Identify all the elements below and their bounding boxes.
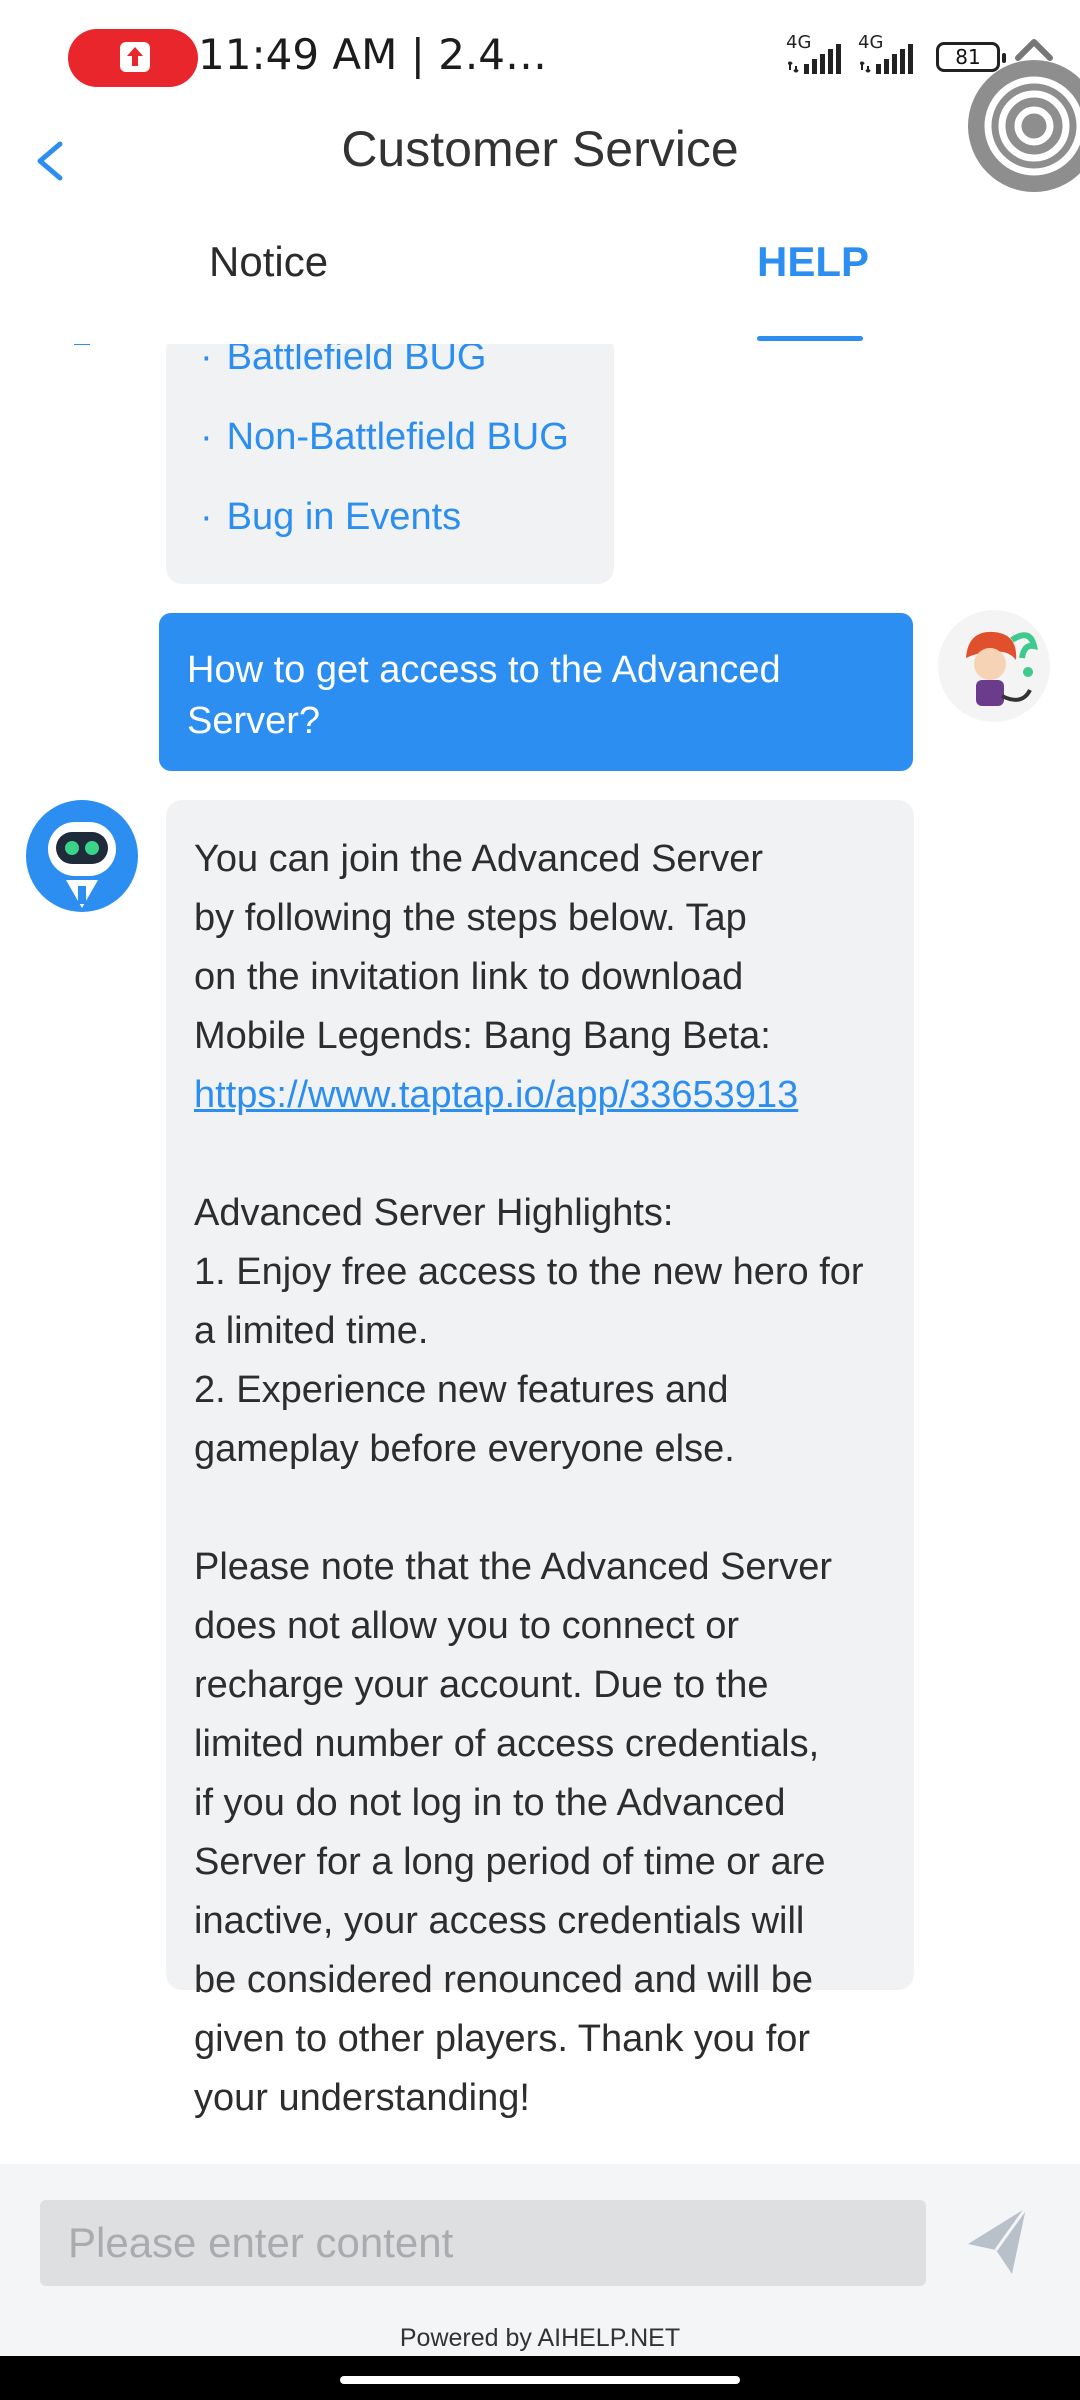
message-line: if you do not log in to the Advanced: [194, 1782, 786, 1824]
menu-item-non-battlefield-bug[interactable]: · Non-Battlefield BUG: [200, 416, 569, 459]
message-line: 1. Enjoy free access to the new hero for: [194, 1251, 864, 1293]
message-line: given to other players. Thank you for: [194, 2018, 811, 2060]
message-line: does not allow you to connect or: [194, 1605, 740, 1647]
message-line: Server for a long period of time or are: [194, 1841, 826, 1883]
powered-by-label: Powered by AIHELP.NET: [399, 2324, 681, 2352]
system-nav-bar: [0, 2356, 1080, 2400]
message-line: You can join the Advanced Server: [194, 838, 763, 880]
menu-item-label: Battlefield BUG: [226, 344, 487, 378]
menu-item-label: Bug in Events: [226, 496, 462, 538]
highlights-title: Advanced Server Highlights:: [194, 1192, 674, 1234]
record-icon: [120, 42, 150, 72]
message-line: gameplay before everyone else.: [194, 1428, 735, 1470]
tab-help[interactable]: HELP: [757, 238, 869, 286]
floating-assist-icon[interactable]: [968, 60, 1080, 192]
bot-message-text: You can join the Advanced Server by foll…: [194, 830, 894, 2128]
message-line: your understanding!: [194, 2077, 530, 2119]
beta-download-link[interactable]: https://www.taptap.io/app/33653913: [194, 1074, 798, 1116]
message-line: Please note that the Advanced Server: [194, 1546, 832, 1588]
message-line: 2. Experience new features and: [194, 1369, 729, 1411]
page-title: Customer Service: [341, 121, 739, 177]
status-bar: 11:49 AM | 2.4… 4G 4G 81: [0, 0, 1080, 118]
user-avatar-icon[interactable]: [938, 610, 1050, 722]
divider: [74, 344, 90, 345]
chevron-up-icon: [1015, 39, 1053, 61]
message-line: on the invitation link to download: [194, 956, 744, 998]
home-indicator[interactable]: [340, 2376, 740, 2384]
bot-avatar-icon: [26, 800, 138, 912]
help-menu-bubble: · Battlefield BUG · Non-Battlefield BUG · B…: [166, 344, 614, 584]
tab-notice[interactable]: Notice: [209, 238, 328, 286]
message-line: by following the steps below. Tap: [194, 897, 747, 939]
menu-item-bug-in-events[interactable]: · Bug in Events: [200, 496, 461, 539]
message-line: limited number of access credentials,: [194, 1723, 820, 1765]
send-icon[interactable]: [962, 2204, 1032, 2278]
message-line: inactive, your access credentials will: [194, 1900, 805, 1942]
screen-record-indicator[interactable]: [68, 29, 198, 87]
bot-message-bubble: You can join the Advanced Server by foll…: [166, 800, 914, 2119]
chat-area[interactable]: · Battlefield BUG · Non-Battlefield BUG · B…: [0, 344, 1080, 2164]
message-input[interactable]: [40, 2200, 926, 2286]
user-message-bubble: How to get access to the Advanced Server…: [159, 613, 913, 771]
menu-item-battlefield-bug[interactable]: · Battlefield BUG: [200, 344, 486, 379]
active-tab-indicator: [757, 336, 863, 341]
message-line: Mobile Legends: Bang Bang Beta:: [194, 1015, 771, 1057]
message-line: recharge your account. Due to the: [194, 1664, 769, 1706]
message-line: be considered renounced and will be: [194, 1959, 813, 2001]
status-time: 11:49 AM | 2.4…: [198, 30, 548, 79]
message-line: a limited time.: [194, 1310, 429, 1352]
menu-item-label: Non-Battlefield BUG: [226, 416, 569, 458]
input-area: Powered by AIHELP.NET: [0, 2164, 1080, 2356]
header: Customer Service Notice HELP: [0, 118, 1080, 341]
